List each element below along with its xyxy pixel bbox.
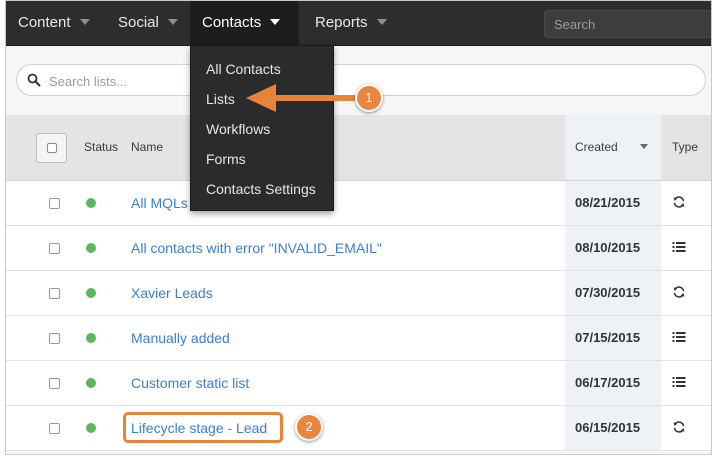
callout-arrow-overlay [246,84,355,112]
callout-badge-1: 1 [355,84,383,112]
callout-badge-2: 2 [295,413,323,441]
arrow-left-icon [246,84,355,112]
